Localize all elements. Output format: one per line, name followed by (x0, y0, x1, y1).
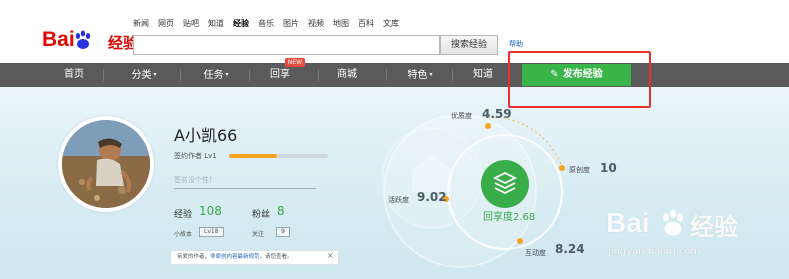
nav-label: 知道 (473, 69, 493, 80)
watermark-url: jingyan.baidu.com (608, 246, 701, 257)
interaction-dot (517, 238, 523, 244)
product-nav-item[interactable]: 视频 (308, 18, 324, 32)
huixiang-label: 回享度 (483, 212, 513, 223)
originality-dot (559, 165, 565, 171)
site-header: Bai du 经验 新闻 网页 贴吧 知道 经验 音乐 图片 视频 地图 百科 文库 搜索经验 帮助 (0, 0, 789, 62)
activity-label: 活跃度 (388, 196, 409, 204)
nav-divider (103, 69, 104, 81)
quality-value: 4.59 (482, 107, 512, 121)
huixiang-score: 回享度2.68 (483, 208, 535, 223)
product-nav-item[interactable]: 百科 (358, 18, 374, 32)
product-nav-item[interactable]: 经验 (233, 18, 249, 32)
nav-item-home[interactable]: 首页 (52, 63, 96, 87)
quality-label: 优质度 (451, 112, 472, 120)
new-badge: NEW (285, 58, 305, 67)
nav-divider (452, 69, 453, 81)
nav-item-zhidao[interactable]: 知道 (466, 63, 500, 87)
nav-label: 任务 (203, 70, 224, 81)
product-nav: 新闻 网页 贴吧 知道 经验 音乐 图片 视频 地图 百科 文库 (133, 18, 408, 32)
product-nav-item[interactable]: 文库 (383, 18, 399, 32)
nav-item-category[interactable]: 分类 ▾ (118, 63, 170, 87)
product-nav-item[interactable]: 知道 (208, 18, 224, 32)
nav-label: 回享 (270, 69, 290, 80)
product-nav-item[interactable]: 图片 (283, 18, 299, 32)
nav-item-task[interactable]: 任务 ▾ (190, 63, 242, 87)
search-input[interactable] (133, 35, 440, 55)
help-link[interactable]: 帮助 (509, 39, 523, 49)
quality-dot (485, 123, 491, 129)
nav-divider (318, 69, 319, 81)
highlight-box (508, 51, 651, 108)
logo-bai-text: Bai (42, 28, 75, 51)
nav-item-mall[interactable]: 商城 (330, 63, 364, 87)
interaction-value: 8.24 (555, 242, 585, 256)
nav-label: 商城 (337, 69, 357, 80)
caret-down-icon: ▾ (153, 71, 157, 78)
paw-icon (75, 30, 91, 49)
nav-item-feature[interactable]: 特色 ▾ (398, 63, 442, 87)
main-navbar: 首页 分类 ▾ 任务 ▾ 回享 商城 特色 ▾ 知道 (0, 63, 789, 87)
watermark-paw-icon (662, 209, 684, 236)
baidu-jingyan-logo[interactable]: Bai du 经验 (42, 28, 138, 56)
caret-down-icon: ▾ (225, 71, 229, 78)
baidu-jingyan-watermark: Bai 经验 (606, 207, 756, 267)
nav-label: 特色 (407, 70, 428, 81)
product-nav-item[interactable]: 地图 (333, 18, 349, 32)
product-nav-item[interactable]: 新闻 (133, 18, 149, 32)
product-nav-item[interactable]: 贴吧 (183, 18, 199, 32)
activity-value: 9.02 (417, 190, 447, 204)
product-nav-item[interactable]: 网页 (158, 18, 174, 32)
product-nav-item[interactable]: 音乐 (258, 18, 274, 32)
nav-divider (249, 69, 250, 81)
originality-value: 10 (600, 161, 617, 175)
watermark-brand: Bai (606, 207, 650, 238)
search-button[interactable]: 搜索经验 (440, 35, 498, 55)
nav-divider (180, 69, 181, 81)
watermark-brand-tail: 经验 (690, 213, 738, 241)
nav-label: 分类 (131, 70, 152, 81)
nav-divider (386, 69, 387, 81)
huixiang-value: 2.68 (513, 212, 536, 223)
originality-label: 原创度 (569, 166, 590, 174)
nav-label: 首页 (64, 69, 84, 80)
interaction-label: 互动度 (525, 249, 546, 257)
caret-down-icon: ▾ (429, 71, 433, 78)
